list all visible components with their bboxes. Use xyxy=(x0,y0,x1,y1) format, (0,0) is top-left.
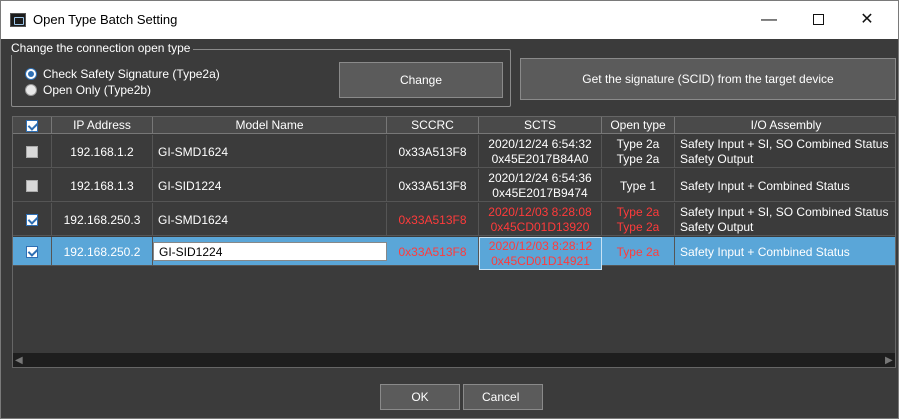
model-name-cell[interactable]: GI-SID1224 xyxy=(153,169,387,202)
maximize-icon xyxy=(812,14,824,26)
radio-open-only[interactable]: Open Only (Type2b) xyxy=(25,83,255,99)
row-select-cell[interactable] xyxy=(13,169,52,202)
radio-label: Check Safety Signature (Type2a) xyxy=(43,67,220,81)
scroll-right-icon[interactable]: ▶ xyxy=(885,355,895,366)
close-button[interactable]: ✕ xyxy=(847,7,887,33)
open-type-cell[interactable]: Type 1 xyxy=(602,169,675,202)
table-row[interactable]: 192.168.1.2 GI-SMD1624 0x33A513F8 2020/1… xyxy=(13,135,895,168)
scts-hex: 0x45CD01D14921 xyxy=(491,253,590,268)
radio-check-safety-signature[interactable]: Check Safety Signature (Type2a) xyxy=(25,67,255,83)
io-assembly-value: Safety Output xyxy=(680,219,754,234)
open-type-value: Type 2a xyxy=(616,219,660,234)
ip-address-cell: 192.168.250.2 xyxy=(52,237,153,266)
io-assembly-cell: Safety Input + SI, SO Combined Status Sa… xyxy=(675,203,895,236)
title-bar: Open Type Batch Setting — ✕ xyxy=(1,1,898,39)
io-assembly-cell: Safety Input + Combined Status xyxy=(680,244,850,259)
scts-hex: 0x45CD01D13920 xyxy=(490,219,590,234)
header-io-assembly[interactable]: I/O Assembly xyxy=(675,117,895,134)
app-icon xyxy=(10,13,26,27)
ok-button[interactable]: OK xyxy=(380,384,460,410)
table-row[interactable]: 192.168.1.3 GI-SID1224 0x33A513F8 2020/1… xyxy=(13,169,895,202)
scts-cell: 2020/12/24 6:54:32 0x45E2017B84A0 xyxy=(479,135,602,168)
ip-address-cell: 192.168.1.3 xyxy=(52,169,153,202)
change-button[interactable]: Change xyxy=(339,62,503,98)
row-select-cell[interactable] xyxy=(13,203,52,236)
row-checkbox[interactable] xyxy=(26,179,38,192)
row-select-cell[interactable] xyxy=(13,135,52,168)
maximize-button[interactable] xyxy=(798,7,838,33)
ip-address-cell: 192.168.250.3 xyxy=(52,203,153,236)
io-assembly-value: Safety Output xyxy=(680,151,754,166)
table-row-selected[interactable]: 192.168.250.2 GI-SID1224 0x33A513F8 2020… xyxy=(13,237,895,270)
io-assembly-cell: Safety Input + Combined Status xyxy=(680,178,850,193)
table-row[interactable]: 192.168.250.3 GI-SMD1624 0x33A513F8 2020… xyxy=(13,203,895,236)
scts-cell: 2020/12/03 8:28:12 0x45CD01D14921 xyxy=(479,237,602,270)
open-type-value: Type 2a xyxy=(616,204,660,219)
row-select-cell[interactable] xyxy=(13,237,52,266)
scts-date: 2020/12/03 8:28:12 xyxy=(488,238,593,253)
io-assembly-value: Safety Input + SI, SO Combined Status xyxy=(680,204,889,219)
radio-label: Open Only (Type2b) xyxy=(43,83,152,97)
row-checkbox[interactable] xyxy=(26,145,38,158)
dialog-window: Open Type Batch Setting — ✕ Change the c… xyxy=(0,0,899,419)
get-signature-button[interactable]: Get the signature (SCID) from the target… xyxy=(520,58,896,100)
scts-hex: 0x45E2017B84A0 xyxy=(491,151,589,166)
radio-unchecked-icon xyxy=(25,84,37,96)
groupbox-legend: Change the connection open type xyxy=(8,41,194,55)
header-sccrc[interactable]: SCCRC xyxy=(387,117,479,134)
model-name-editor[interactable]: GI-SID1224 xyxy=(153,242,387,261)
scts-cell: 2020/12/03 8:28:08 0x45CD01D13920 xyxy=(479,203,602,236)
sccrc-cell: 0x33A513F8 xyxy=(387,135,479,168)
scts-date: 2020/12/03 8:28:08 xyxy=(488,204,592,219)
select-all-checkbox[interactable] xyxy=(26,119,38,132)
io-assembly-value: Safety Input + SI, SO Combined Status xyxy=(680,136,889,151)
sccrc-cell: 0x33A513F8 xyxy=(387,237,479,266)
scts-date: 2020/12/24 6:54:36 xyxy=(488,170,592,185)
scts-cell: 2020/12/24 6:54:36 0x45E2017B9474 xyxy=(479,169,602,202)
row-checkbox[interactable] xyxy=(26,213,38,226)
header-open-type[interactable]: Open type xyxy=(602,117,675,134)
open-type-cell[interactable]: Type 2a Type 2a xyxy=(602,203,675,236)
radio-checked-icon xyxy=(25,68,37,80)
open-type-value: Type 2a xyxy=(616,136,660,151)
model-name-cell[interactable]: GI-SMD1624 xyxy=(153,135,387,168)
sccrc-cell: 0x33A513F8 xyxy=(387,203,479,236)
cancel-button[interactable]: Cancel xyxy=(463,384,543,410)
scts-hex: 0x45E2017B9474 xyxy=(492,185,588,200)
minimize-button[interactable]: — xyxy=(749,7,789,33)
device-grid: IP Address Model Name SCCRC SCTS Open ty… xyxy=(12,116,896,368)
grid-header: IP Address Model Name SCCRC SCTS Open ty… xyxy=(13,117,895,134)
open-type-value: Type 2a xyxy=(616,151,660,166)
model-name-cell[interactable]: GI-SMD1624 xyxy=(153,203,387,236)
row-checkbox[interactable] xyxy=(26,245,38,258)
io-assembly-cell: Safety Input + SI, SO Combined Status Sa… xyxy=(675,135,895,168)
window-title: Open Type Batch Setting xyxy=(33,12,178,27)
scroll-left-icon[interactable]: ◀ xyxy=(15,355,25,366)
header-select-all[interactable] xyxy=(13,117,52,134)
sccrc-cell: 0x33A513F8 xyxy=(387,169,479,202)
open-type-cell[interactable]: Type 2a xyxy=(602,237,675,266)
horizontal-scrollbar[interactable]: ◀ ▶ xyxy=(13,353,895,367)
header-ip-address[interactable]: IP Address xyxy=(52,117,153,134)
scts-date: 2020/12/24 6:54:32 xyxy=(488,136,592,151)
open-type-cell[interactable]: Type 2a Type 2a xyxy=(602,135,675,168)
ip-address-cell: 192.168.1.2 xyxy=(52,135,153,168)
header-scts[interactable]: SCTS xyxy=(479,117,602,134)
header-model-name[interactable]: Model Name xyxy=(153,117,387,134)
